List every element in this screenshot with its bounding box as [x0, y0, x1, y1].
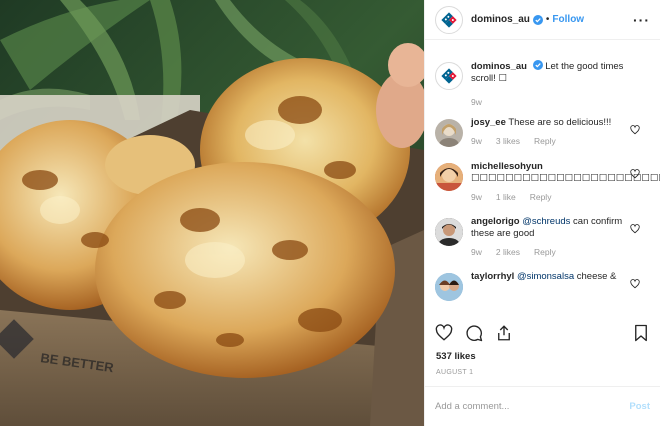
- reply-button[interactable]: Reply: [530, 192, 552, 202]
- header-separator: •: [545, 14, 550, 25]
- follow-button[interactable]: Follow: [552, 14, 584, 25]
- heart-icon[interactable]: [630, 279, 640, 289]
- heart-icon[interactable]: [630, 169, 640, 179]
- comment-icon[interactable]: [465, 324, 483, 342]
- like-count[interactable]: 537 likes: [436, 351, 476, 362]
- post-sidebar: dominos_au • Follow ··· dominos_au Let t…: [424, 0, 660, 426]
- caption-username[interactable]: dominos_au: [471, 61, 527, 72]
- post-image[interactable]: BE BETTER: [0, 0, 424, 426]
- caption-emoji: ☐: [498, 73, 507, 84]
- comment-mention[interactable]: @simonsalsa: [517, 271, 574, 282]
- post-button[interactable]: Post: [629, 401, 650, 412]
- heart-icon[interactable]: [435, 324, 453, 342]
- comment-likes[interactable]: 3 likes: [496, 136, 520, 146]
- comment-username[interactable]: taylorrhyl: [471, 271, 514, 282]
- avatar[interactable]: [435, 119, 463, 147]
- comment-text: cheese &: [576, 271, 617, 282]
- post-actions: [435, 322, 650, 344]
- heart-icon[interactable]: [630, 125, 640, 135]
- comment-mention[interactable]: @schreuds: [522, 216, 570, 227]
- post-header: dominos_au • Follow ···: [425, 0, 660, 40]
- caption: dominos_au Let the good times scroll! ☐ …: [425, 60, 660, 107]
- comment-item: taylorrhyl @simonsalsa cheese &: [425, 271, 660, 301]
- comment-likes[interactable]: 1 like: [496, 192, 516, 202]
- comment-time: 9w: [471, 247, 482, 257]
- reply-button[interactable]: Reply: [534, 247, 556, 257]
- comment-time: 9w: [471, 136, 482, 146]
- verified-badge-icon: [532, 14, 543, 25]
- comment-username[interactable]: josy_ee: [471, 117, 506, 128]
- reply-button[interactable]: Reply: [534, 136, 556, 146]
- share-icon[interactable]: [495, 324, 513, 342]
- dominos-logo-icon[interactable]: [435, 5, 463, 34]
- more-options-icon[interactable]: ···: [633, 13, 650, 27]
- comment-text: These are so delicious!!!: [508, 117, 612, 128]
- comment-item: angelorigo @schreuds can confirm these a…: [425, 216, 660, 257]
- instagram-post: BE BETTER dominos_au • Follow ··· domino…: [0, 0, 660, 426]
- comment-time: 9w: [471, 192, 482, 202]
- avatar[interactable]: [435, 218, 463, 246]
- verified-badge-icon: [532, 60, 543, 70]
- post-date: AUGUST 1: [436, 369, 474, 376]
- add-comment-bar: Post: [425, 386, 660, 426]
- bookmark-icon[interactable]: [632, 324, 650, 342]
- header-username[interactable]: dominos_au: [471, 14, 530, 25]
- caption-time: 9w: [471, 97, 482, 107]
- dominos-logo-icon[interactable]: [435, 62, 463, 90]
- comment-item: josy_ee These are so delicious!!! 9w 3 l…: [425, 117, 660, 147]
- comments-list[interactable]: dominos_au Let the good times scroll! ☐ …: [425, 48, 660, 318]
- avatar[interactable]: [435, 163, 463, 191]
- avatar[interactable]: [435, 273, 463, 301]
- heart-icon[interactable]: [630, 224, 640, 234]
- comment-likes[interactable]: 2 likes: [496, 247, 520, 257]
- garlic-bread-photo: BE BETTER: [0, 0, 424, 426]
- comment-username[interactable]: angelorigo: [471, 216, 520, 227]
- comment-item: michellesohyun ☐☐☐☐☐☐☐☐☐☐☐☐☐☐☐☐☐☐☐☐☐☐☐ 9…: [425, 161, 660, 202]
- comment-username[interactable]: michellesohyun: [471, 161, 543, 172]
- comment-input[interactable]: [435, 401, 630, 412]
